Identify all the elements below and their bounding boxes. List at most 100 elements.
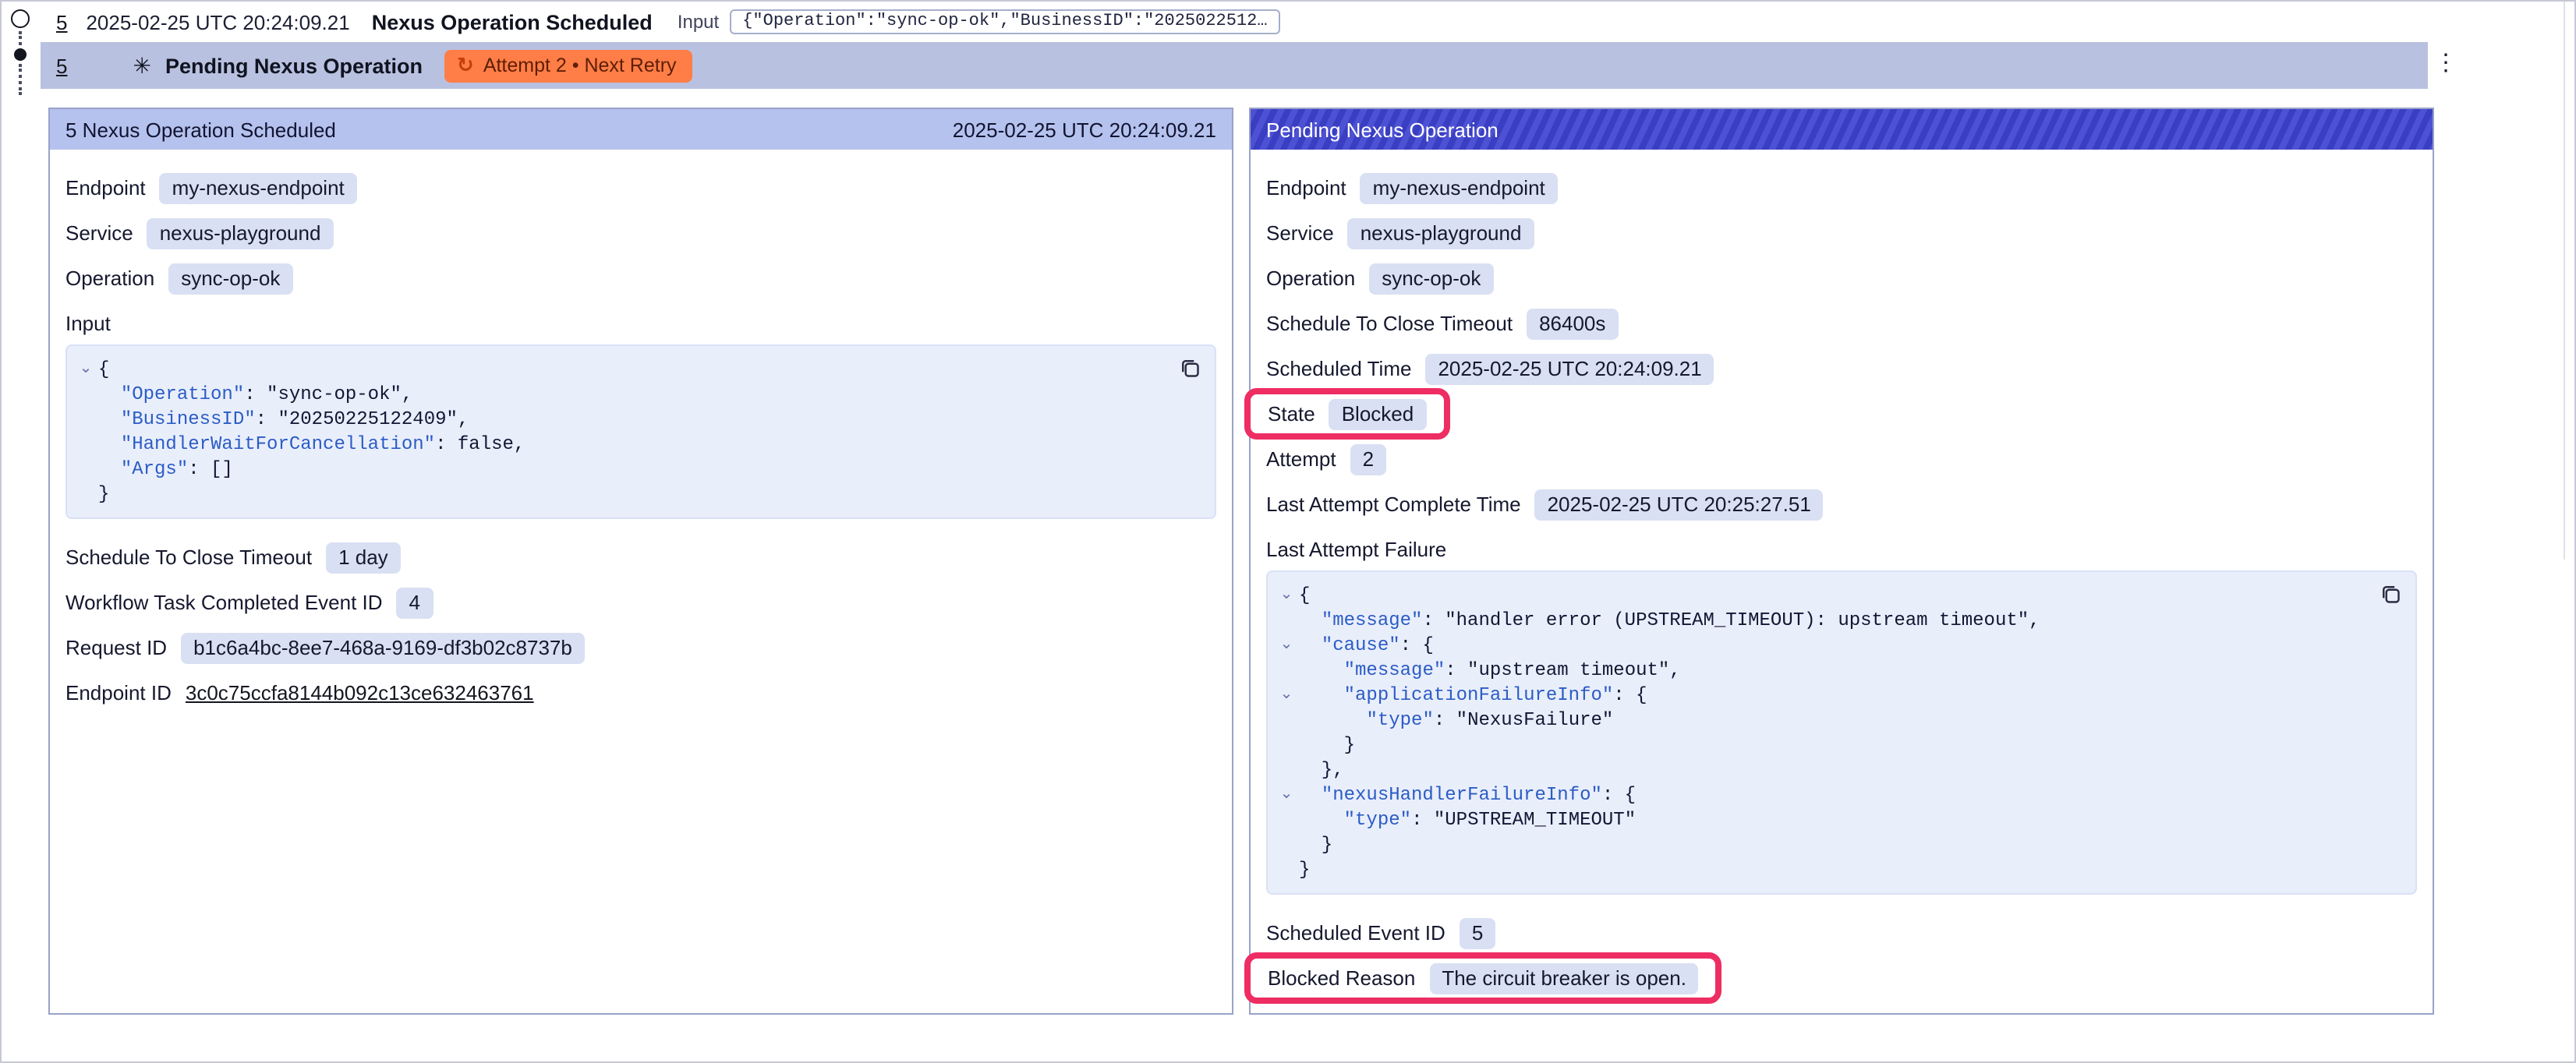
field-label: Blocked Reason bbox=[1268, 966, 1415, 990]
field-value-badge: 5 bbox=[1460, 917, 1495, 948]
timeline-rail bbox=[9, 9, 31, 95]
pending-operation-panel: Pending Nexus Operation Endpoint my-nexu… bbox=[1249, 108, 2434, 1015]
field-endpoint: Endpoint my-nexus-endpoint bbox=[65, 165, 1216, 210]
collapse-caret-icon bbox=[1274, 658, 1299, 683]
field-label: Service bbox=[1266, 221, 1334, 245]
scheduled-event-panel: 5 Nexus Operation Scheduled 2025-02-25 U… bbox=[48, 108, 1233, 1015]
field-label: Endpoint bbox=[65, 176, 146, 200]
pending-event-title: Pending Nexus Operation bbox=[165, 54, 423, 77]
field-label: Endpoint ID bbox=[65, 681, 172, 705]
timeline-dotted-line bbox=[19, 31, 22, 45]
field-blocked-reason: Blocked Reason The circuit breaker is op… bbox=[1244, 952, 1722, 1004]
collapse-caret-icon bbox=[73, 382, 98, 407]
scheduled-panel-header: 5 Nexus Operation Scheduled 2025-02-25 U… bbox=[50, 109, 1232, 150]
field-value-badge: nexus-playground bbox=[147, 217, 334, 249]
kebab-menu-icon[interactable]: ⋮ bbox=[2434, 48, 2457, 79]
field-value-badge: 2 bbox=[1350, 443, 1386, 475]
field-value-badge: my-nexus-endpoint bbox=[160, 172, 357, 203]
field-scheduled-time: Scheduled Time 2025-02-25 UTC 20:24:09.2… bbox=[1266, 346, 2417, 391]
collapse-caret-icon bbox=[1274, 608, 1299, 633]
field-label: State bbox=[1268, 402, 1315, 426]
field-label: Schedule To Close Timeout bbox=[65, 546, 312, 569]
field-endpoint-id: Endpoint ID 3c0c75ccfa8144b092c13ce63246… bbox=[65, 670, 1216, 715]
field-value-badge: 2025-02-25 UTC 20:25:27.51 bbox=[1535, 489, 1824, 520]
copy-icon[interactable] bbox=[1179, 357, 1201, 379]
field-label: Endpoint bbox=[1266, 176, 1346, 200]
field-endpoint: Endpoint my-nexus-endpoint bbox=[1266, 165, 2417, 210]
collapse-caret-icon[interactable]: ⌄ bbox=[1274, 583, 1299, 608]
field-value-badge: sync-op-ok bbox=[168, 263, 292, 294]
collapse-caret-icon bbox=[1274, 733, 1299, 758]
field-value-badge: 2025-02-25 UTC 20:24:09.21 bbox=[1425, 353, 1714, 384]
collapse-caret-icon bbox=[1274, 708, 1299, 733]
timeline-dot-marker-icon bbox=[14, 48, 27, 61]
field-state: State Blocked bbox=[1244, 388, 1449, 440]
field-label: Workflow Task Completed Event ID bbox=[65, 591, 383, 614]
state-badge: Blocked bbox=[1329, 398, 1427, 429]
field-last-attempt-complete-time: Last Attempt Complete Time 2025-02-25 UT… bbox=[1266, 482, 2417, 527]
event-history-view: 5 2025-02-25 UTC 20:24:09.21 Nexus Opera… bbox=[0, 0, 2576, 1063]
field-label: Service bbox=[65, 221, 133, 245]
event-row-scheduled[interactable]: 5 2025-02-25 UTC 20:24:09.21 Nexus Opera… bbox=[2, 2, 2574, 42]
field-value-badge: 1 day bbox=[326, 542, 401, 573]
retry-badge: ↻ Attempt 2 • Next Retry bbox=[444, 49, 692, 82]
event-input-preview[interactable]: {"Operation":"sync-op-ok","BusinessID":"… bbox=[730, 9, 1279, 34]
field-operation: Operation sync-op-ok bbox=[1266, 256, 2417, 301]
collapse-caret-icon bbox=[73, 457, 98, 482]
scroll-divider bbox=[2564, 2, 2565, 560]
retry-icon: ↻ bbox=[457, 54, 474, 77]
pending-panel-header: Pending Nexus Operation bbox=[1251, 109, 2433, 150]
timeline-circle-marker-icon bbox=[11, 9, 30, 28]
field-label: Operation bbox=[1266, 267, 1355, 290]
field-value-badge: my-nexus-endpoint bbox=[1361, 172, 1558, 203]
collapse-caret-icon bbox=[73, 482, 98, 507]
field-schedule-to-close-timeout: Schedule To Close Timeout 86400s bbox=[1266, 301, 2417, 346]
retry-badge-label: Attempt 2 • Next Retry bbox=[483, 55, 677, 76]
blocked-reason-badge: The circuit breaker is open. bbox=[1429, 962, 1699, 994]
collapse-caret-icon[interactable]: ⌄ bbox=[1274, 782, 1299, 807]
timeline-dotted-line bbox=[19, 64, 22, 95]
collapse-caret-icon bbox=[1274, 857, 1299, 882]
collapse-caret-icon bbox=[73, 432, 98, 457]
field-label: Last Attempt Complete Time bbox=[1266, 493, 1521, 516]
field-value-badge: nexus-playground bbox=[1348, 217, 1534, 249]
field-service: Service nexus-playground bbox=[65, 210, 1216, 256]
json-content: ⌄{ "Operation": "sync-op-ok", "BusinessI… bbox=[73, 357, 1168, 507]
panel-timestamp: 2025-02-25 UTC 20:24:09.21 bbox=[953, 118, 1216, 141]
event-id-link[interactable]: 5 bbox=[56, 54, 67, 77]
field-request-id: Request ID b1c6a4bc-8ee7-468a-9169-df3b0… bbox=[65, 625, 1216, 670]
field-label: Operation bbox=[65, 267, 154, 290]
field-value-badge: b1c6a4bc-8ee7-468a-9169-df3b02c8737b bbox=[181, 632, 585, 663]
collapse-caret-icon[interactable]: ⌄ bbox=[1274, 633, 1299, 658]
event-id-link[interactable]: 5 bbox=[56, 10, 67, 34]
collapse-caret-icon bbox=[1274, 832, 1299, 857]
field-schedule-to-close-timeout: Schedule To Close Timeout 1 day bbox=[65, 535, 1216, 580]
panel-title: Pending Nexus Operation bbox=[1266, 118, 1499, 141]
field-operation: Operation sync-op-ok bbox=[65, 256, 1216, 301]
failure-json-viewer: ⌄{ "message": "handler error (UPSTREAM_T… bbox=[1266, 570, 2417, 895]
field-label: Attempt bbox=[1266, 447, 1336, 471]
field-label: Scheduled Time bbox=[1266, 357, 1411, 380]
field-label: Request ID bbox=[65, 636, 167, 659]
field-service: Service nexus-playground bbox=[1266, 210, 2417, 256]
event-row-pending[interactable]: 5 ✳ Pending Nexus Operation ↻ Attempt 2 … bbox=[41, 42, 2428, 89]
collapse-caret-icon bbox=[1274, 807, 1299, 832]
input-section-label: Input bbox=[65, 307, 1216, 338]
field-label: Scheduled Event ID bbox=[1266, 921, 1445, 945]
copy-icon[interactable] bbox=[2380, 583, 2401, 605]
field-value-badge: 4 bbox=[397, 587, 433, 618]
json-content: ⌄{ "message": "handler error (UPSTREAM_T… bbox=[1274, 583, 2369, 882]
panel-title: 5 Nexus Operation Scheduled bbox=[65, 118, 336, 141]
field-workflow-task-completed-event-id: Workflow Task Completed Event ID 4 bbox=[65, 580, 1216, 625]
field-label: Schedule To Close Timeout bbox=[1266, 312, 1513, 335]
collapse-caret-icon[interactable]: ⌄ bbox=[73, 357, 98, 382]
event-detail-panels: 5 Nexus Operation Scheduled 2025-02-25 U… bbox=[48, 108, 2574, 1015]
pending-asterisk-icon: ✳ bbox=[133, 52, 150, 79]
collapse-caret-icon bbox=[1274, 758, 1299, 782]
field-scheduled-event-id: Scheduled Event ID 5 bbox=[1266, 910, 2417, 955]
input-json-viewer: ⌄{ "Operation": "sync-op-ok", "BusinessI… bbox=[65, 344, 1216, 519]
event-title: Nexus Operation Scheduled bbox=[372, 10, 653, 34]
endpoint-id-link[interactable]: 3c0c75ccfa8144b092c13ce632463761 bbox=[186, 681, 534, 705]
field-value-badge: 86400s bbox=[1527, 308, 1618, 339]
collapse-caret-icon[interactable]: ⌄ bbox=[1274, 683, 1299, 708]
